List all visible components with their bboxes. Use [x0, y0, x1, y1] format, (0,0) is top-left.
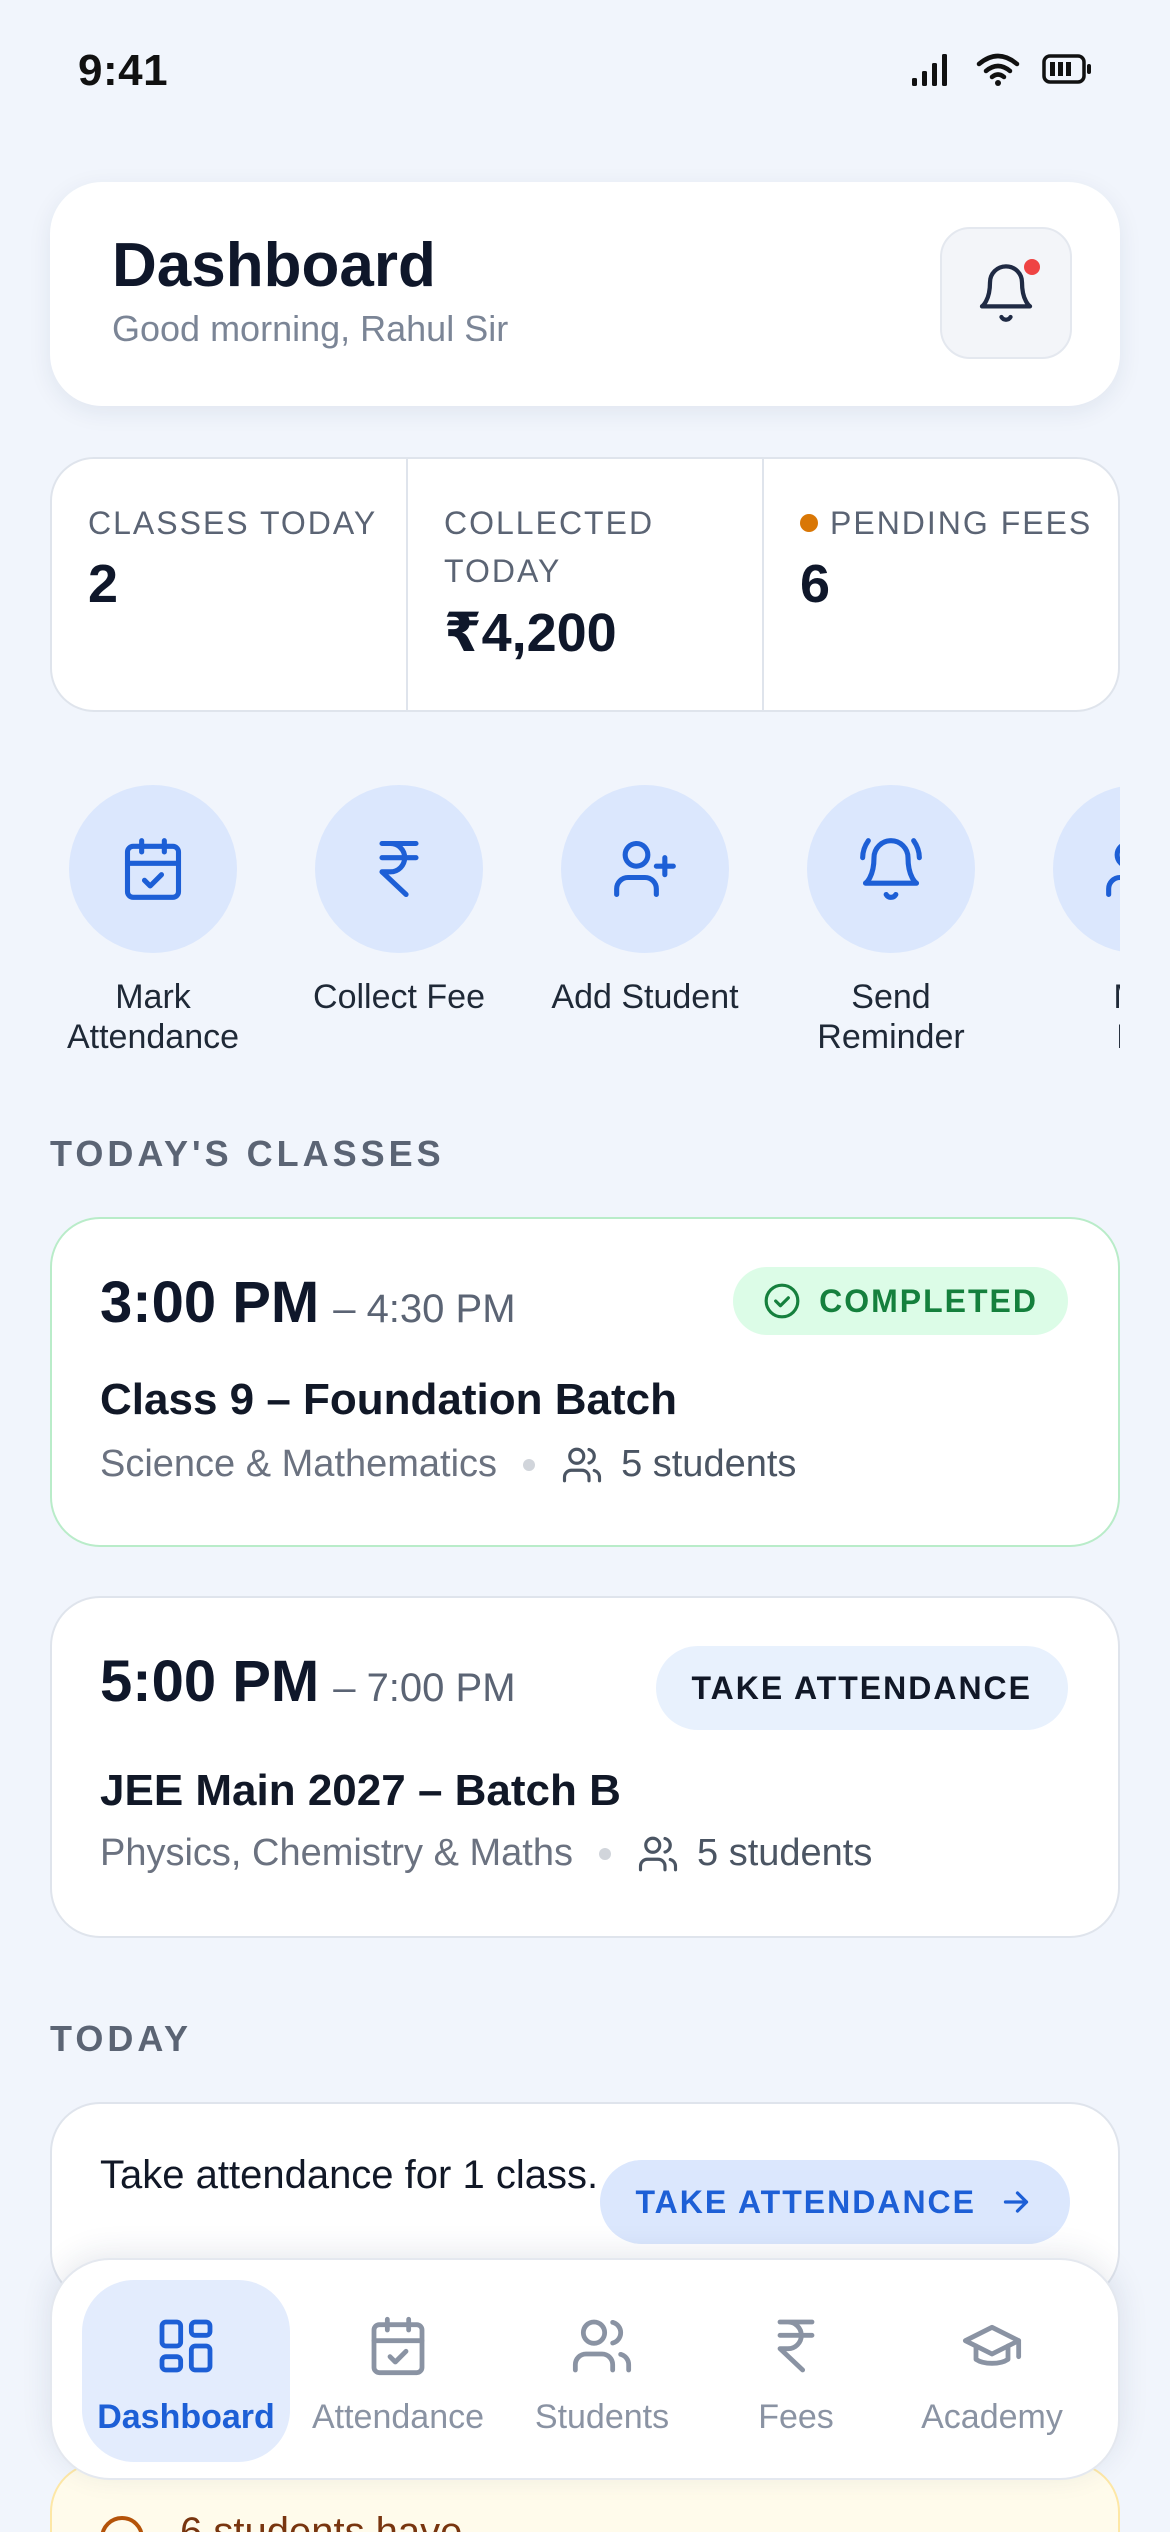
arrow-right-icon [1003, 2191, 1029, 2213]
stats-card: CLASSES TODAY 2 COLLECTED TODAY ₹4,200 P… [50, 457, 1120, 712]
stat-value: ₹4,200 [444, 603, 617, 663]
nav-icon-wrap [82, 2314, 290, 2378]
class-name: Class 9 – Foundation Batch [100, 1375, 677, 1424]
action-circle [807, 785, 975, 953]
action-label: Collect Fee [313, 978, 485, 1016]
users-icon [562, 1447, 602, 1482]
class-subjects: Science & Mathematics [100, 1443, 498, 1485]
action-circle [315, 785, 483, 953]
wifi-icon [976, 53, 1020, 86]
graduation-cap-icon [962, 2324, 1022, 2366]
class-time: 3:00 PM – 4:30 PM [100, 1269, 516, 1336]
class-subjects: Physics, Chemistry & Maths [100, 1832, 573, 1874]
grid-icon [159, 2319, 213, 2373]
collect-fee-action[interactable]: Collect Fee [276, 785, 522, 1017]
stat-classes-today[interactable]: CLASSES TODAY 2 [52, 459, 406, 710]
take-attendance-cta-label: TAKE ATTENDANCE [635, 2183, 976, 2220]
stat-value: 6 [800, 554, 831, 614]
nav-label: Attendance [311, 2398, 485, 2436]
class-meta: Physics, Chemistry & Maths 5 students [100, 1832, 872, 1875]
stat-label: CLASSES TODAY [88, 505, 378, 541]
class-end: – 4:30 PM [333, 1287, 516, 1331]
class-time: 5:00 PM – 7:00 PM [100, 1648, 516, 1715]
quick-actions: Mark Attendance Collect Fee Add Student S… [0, 785, 1120, 1065]
student-count-label: 5 students [697, 1832, 873, 1874]
status-time: 9:41 [78, 46, 169, 95]
class-end: – 7:00 PM [333, 1666, 516, 1710]
meta-separator [599, 1847, 611, 1860]
user-plus-icon [614, 840, 676, 898]
stat-collected-today[interactable]: COLLECTED TODAY ₹4,200 [406, 459, 762, 710]
manage-batch-action[interactable]: MaBa [1014, 785, 1120, 1057]
student-count-label: 5 students [621, 1443, 797, 1485]
class-start: 3:00 PM [100, 1270, 320, 1335]
bottom-nav: Dashboard Attendance Students Fees Acade… [50, 2258, 1120, 2480]
class-name: JEE Main 2027 – Batch B [100, 1766, 621, 1815]
take-attendance-button[interactable]: TAKE ATTENDANCE [655, 1646, 1068, 1730]
nav-icon-wrap [498, 2314, 706, 2378]
bell-ringing-icon [860, 838, 922, 900]
rupee-icon [777, 2319, 815, 2373]
header-card: Dashboard Good morning, Rahul Sir [50, 182, 1120, 406]
stat-label-row: PENDING FEES [800, 499, 1118, 547]
nav-students[interactable]: Students [498, 2280, 706, 2462]
action-label: Add Student [551, 978, 739, 1016]
stat-value: 2 [88, 554, 119, 614]
action-label: MaBa [1014, 977, 1120, 1057]
nav-academy[interactable]: Academy [888, 2280, 1096, 2462]
action-label: Send Reminder [817, 978, 965, 1056]
nav-label: Students [534, 2398, 670, 2436]
alert-icon [100, 2516, 144, 2532]
stat-label: COLLECTED TODAY [444, 505, 655, 589]
battery-icon [1042, 54, 1091, 84]
nav-icon-wrap [294, 2314, 502, 2378]
section-title-today: TODAY [50, 2018, 193, 2059]
nav-dashboard[interactable]: Dashboard [82, 2280, 290, 2462]
status-icons [910, 52, 1092, 86]
meta-separator [523, 1458, 536, 1471]
class-card-completed[interactable]: 3:00 PM – 4:30 PM COMPLETED Class 9 – Fou… [50, 1217, 1120, 1547]
pending-indicator-dot [800, 514, 818, 532]
send-reminder-action[interactable]: Send Reminder [768, 785, 1014, 1057]
notification-dot [1024, 259, 1040, 275]
calendar-check-icon [124, 838, 182, 900]
signal-icon [912, 54, 947, 86]
user-icon [1106, 843, 1120, 898]
users-icon [572, 2319, 632, 2373]
mark-attendance-action[interactable]: Mark Attendance [30, 785, 276, 1057]
nav-label: Fees [758, 2398, 834, 2436]
nav-icon-wrap [692, 2314, 900, 2378]
student-count: 5 students [637, 1832, 872, 1875]
class-meta: Science & Mathematics 5 students [100, 1443, 796, 1486]
class-card-upcoming[interactable]: 5:00 PM – 7:00 PM TAKE ATTENDANCE JEE Mai… [50, 1596, 1120, 1938]
student-count: 5 students [561, 1443, 796, 1486]
add-student-action[interactable]: Add Student [522, 785, 768, 1017]
nav-icon-wrap [888, 2314, 1096, 2378]
action-label: Mark Attendance [66, 978, 240, 1056]
rupee-icon [379, 840, 419, 898]
calendar-check-icon [371, 2316, 425, 2376]
action-circle [561, 785, 729, 953]
nav-attendance[interactable]: Attendance [294, 2280, 502, 2462]
stat-label: PENDING FEES [830, 505, 1093, 541]
action-circle [69, 785, 237, 953]
status-badge-label: COMPLETED [819, 1282, 1038, 1319]
class-start: 5:00 PM [100, 1649, 320, 1714]
nav-fees[interactable]: Fees [692, 2280, 900, 2462]
nav-label: Dashboard [97, 2398, 275, 2436]
status-badge: COMPLETED [733, 1267, 1068, 1335]
users-icon [638, 1836, 678, 1871]
notifications-button[interactable] [940, 227, 1072, 359]
warning-text: 6 students have [180, 2510, 463, 2532]
page-title: Dashboard [112, 231, 436, 300]
check-circle-icon [764, 1283, 800, 1319]
section-title-classes: TODAY'S CLASSES [50, 1133, 445, 1174]
nav-label: Academy [921, 2398, 1063, 2436]
stat-pending-fees[interactable]: PENDING FEES 6 [762, 459, 1118, 710]
greeting-text: Good morning, Rahul Sir [112, 308, 509, 349]
status-bar: 9:41 [0, 0, 1170, 150]
take-attendance-cta[interactable]: TAKE ATTENDANCE [599, 2160, 1070, 2244]
action-circle [1053, 785, 1120, 953]
today-text: Take attendance for 1 class. [100, 2153, 599, 2197]
